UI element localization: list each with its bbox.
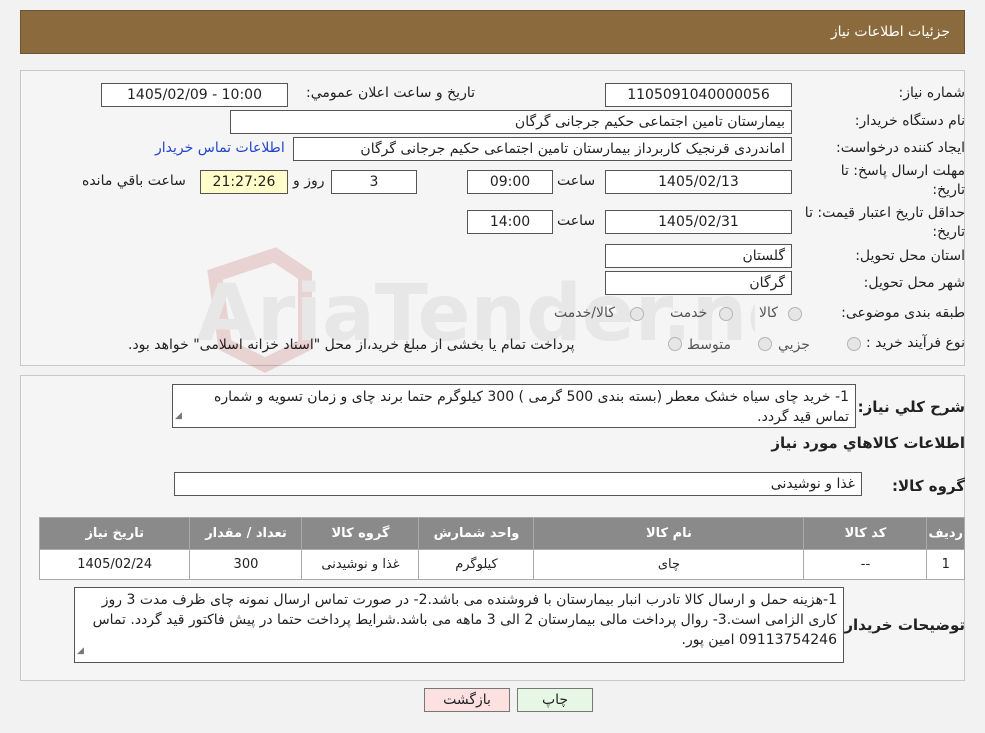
remaining-label: ساعت باقي مانده (82, 173, 186, 189)
table-header-row: ردیف کد کالا نام کالا واحد شمارش گروه کا… (38, 517, 965, 550)
page-header: جزئیات اطلاعات نیاز (20, 10, 965, 54)
remaining-time-field: 21:27:26 (200, 170, 288, 194)
need-number-label: شماره نیاز: (898, 85, 966, 101)
cell-goods-code: -- (803, 549, 928, 580)
province-label: استان محل تحویل: (855, 248, 965, 264)
reply-time-label: ساعت (557, 173, 596, 189)
need-number-field: 1105091040000056 (605, 83, 792, 107)
process-label: نوع فرآیند خرید : (866, 335, 965, 351)
treasury-payment-checkbox[interactable] (668, 337, 682, 351)
category-option-goods: کالا (759, 305, 778, 321)
cell-need-date: 1405/02/24 (38, 549, 191, 580)
creator-field: اماندردی قرنجیک کاربرداز بیمارستان تامین… (293, 137, 792, 161)
category-radio-goods-service[interactable] (630, 307, 644, 321)
summary-textarea[interactable]: 1- خرید چای سیاه خشک معطر (بسته بندی 500… (172, 384, 856, 428)
process-option-medium: متوسط (687, 337, 731, 353)
summary-label: شرح کلي نیاز: (857, 398, 965, 416)
creator-label: ایجاد کننده درخواست: (836, 140, 965, 156)
buyer-org-label: نام دستگاه خریدار: (854, 113, 965, 129)
price-time-label: ساعت (557, 213, 596, 229)
goods-group-field: غذا و نوشیدنی (174, 472, 862, 496)
category-radio-goods[interactable] (788, 307, 802, 321)
reply-deadline-label: مهلت ارسال پاسخ: تا (840, 163, 965, 179)
col-goods-name: نام کالا (533, 517, 805, 550)
col-row-number: ردیف (926, 517, 965, 550)
buyer-notes-text: 1-هزینه حمل و ارسال کالا تادرب انبار بیم… (92, 592, 837, 648)
page-title: جزئیات اطلاعات نیاز (830, 24, 950, 40)
items-table: ردیف کد کالا نام کالا واحد شمارش گروه کا… (38, 517, 965, 580)
resize-handle-icon[interactable]: ◢ (77, 641, 84, 661)
buyer-contact-link[interactable]: اطلاعات تماس خریدار (155, 140, 285, 156)
buyer-org-field: بیمارستان تامین اجتماعی حکیم جرجانی گرگا… (230, 110, 792, 134)
category-option-service: خدمت (670, 305, 708, 321)
back-button[interactable]: بازگشت (424, 688, 510, 712)
table-row: 1 -- چای کیلوگرم غذا و نوشیدنی 300 1405/… (38, 549, 965, 580)
col-goods-code: کد کالا (803, 517, 928, 550)
category-label: طبقه بندی موضوعی: (841, 305, 965, 321)
cell-quantity: 300 (189, 549, 303, 580)
reply-deadline-label-2: تاریخ: (932, 182, 965, 198)
col-quantity: تعداد / مقدار (189, 517, 303, 550)
days-field: 3 (331, 170, 417, 194)
process-note: پرداخت تمام یا بخشی از مبلغ خرید،از محل … (128, 337, 575, 353)
goods-group-label: گروه کالا: (892, 477, 965, 495)
process-option-minor: جزیي (778, 337, 810, 353)
cell-unit: کیلوگرم (418, 549, 535, 580)
process-radio-minor[interactable] (847, 337, 861, 351)
buyer-notes-label: توضیحات خریدار: (838, 616, 965, 634)
category-radio-service[interactable] (719, 307, 733, 321)
resize-handle-icon[interactable]: ◢ (175, 406, 182, 426)
price-validity-label-2: تاریخ: (932, 224, 965, 240)
process-radio-medium[interactable] (758, 337, 772, 351)
col-goods-group: گروه کالا (301, 517, 420, 550)
buyer-notes-textarea[interactable]: 1-هزینه حمل و ارسال کالا تادرب انبار بیم… (74, 587, 844, 663)
reply-time-field: 09:00 (467, 170, 553, 194)
col-unit: واحد شمارش (418, 517, 535, 550)
cell-goods-group: غذا و نوشیدنی (301, 549, 420, 580)
price-validity-label: حداقل تاریخ اعتبار قیمت: تا (804, 205, 965, 221)
cell-row-number: 1 (926, 549, 965, 580)
category-option-goods-service: کالا/خدمت (554, 305, 615, 321)
announce-field: 1405/02/09 - 10:00 (101, 83, 288, 107)
price-time-field: 14:00 (467, 210, 553, 234)
reply-date-field: 1405/02/13 (605, 170, 792, 194)
items-section-title: اطلاعات کالاهاي مورد نیاز (771, 434, 965, 452)
days-label: روز و (293, 173, 325, 189)
city-label: شهر محل تحویل: (863, 275, 965, 291)
province-field: گلستان (605, 244, 792, 268)
summary-text: 1- خرید چای سیاه خشک معطر (بسته بندی 500… (213, 389, 849, 425)
col-need-date: تاریخ نیاز (38, 517, 191, 550)
city-field: گرگان (605, 271, 792, 295)
announce-label: تاریخ و ساعت اعلان عمومي: (306, 85, 475, 101)
print-button[interactable]: چاپ (517, 688, 593, 712)
price-date-field: 1405/02/31 (605, 210, 792, 234)
cell-goods-name: چای (533, 549, 805, 580)
